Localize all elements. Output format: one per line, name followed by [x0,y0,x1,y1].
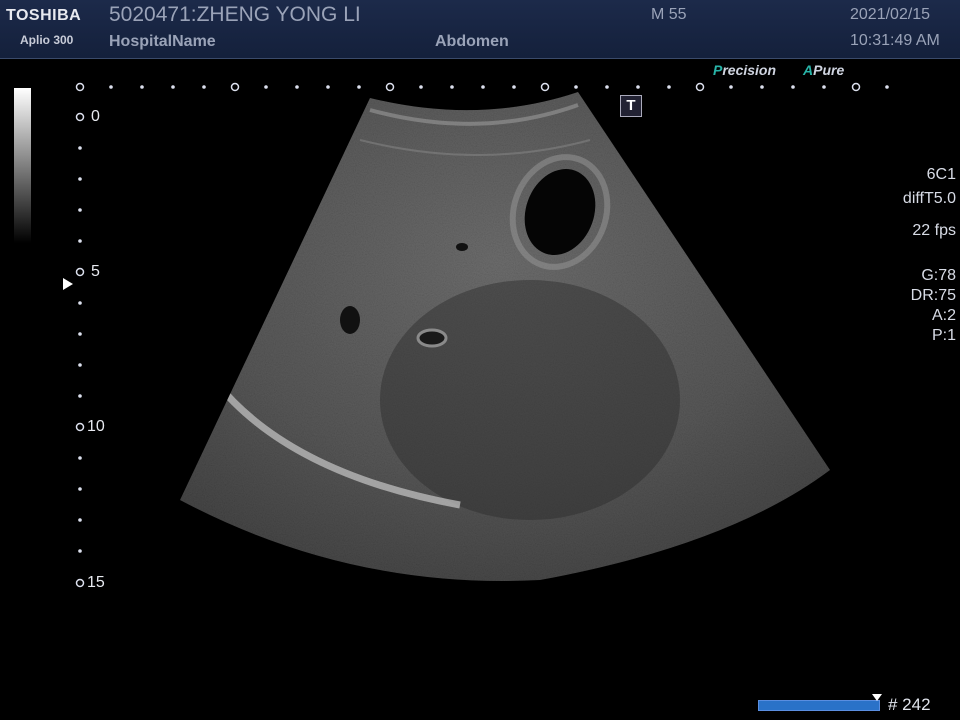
frame-counter: # 242 [888,695,931,714]
gain-label: G:78 [921,267,956,284]
depth-ruler [75,112,85,588]
cine-position-icon [872,694,882,701]
dynamic-range-label: DR:75 [910,287,956,304]
cine-frame-bar[interactable] [758,700,880,711]
depth-label-5: 5 [91,263,100,280]
preset-label: diffT5.0 [902,190,956,207]
focus-marker-icon [63,278,73,290]
probe-label: 6C1 [926,166,956,183]
ultrasound-image [180,92,830,581]
fps-label: 22 fps [912,222,956,239]
p-param-label: P:1 [931,327,956,344]
depth-label-0: 0 [91,108,100,125]
depth-label-10: 10 [87,418,105,435]
depth-label-15: 15 [87,574,105,591]
a-param-label: A:2 [931,307,956,324]
horizontal-ruler [75,82,889,92]
